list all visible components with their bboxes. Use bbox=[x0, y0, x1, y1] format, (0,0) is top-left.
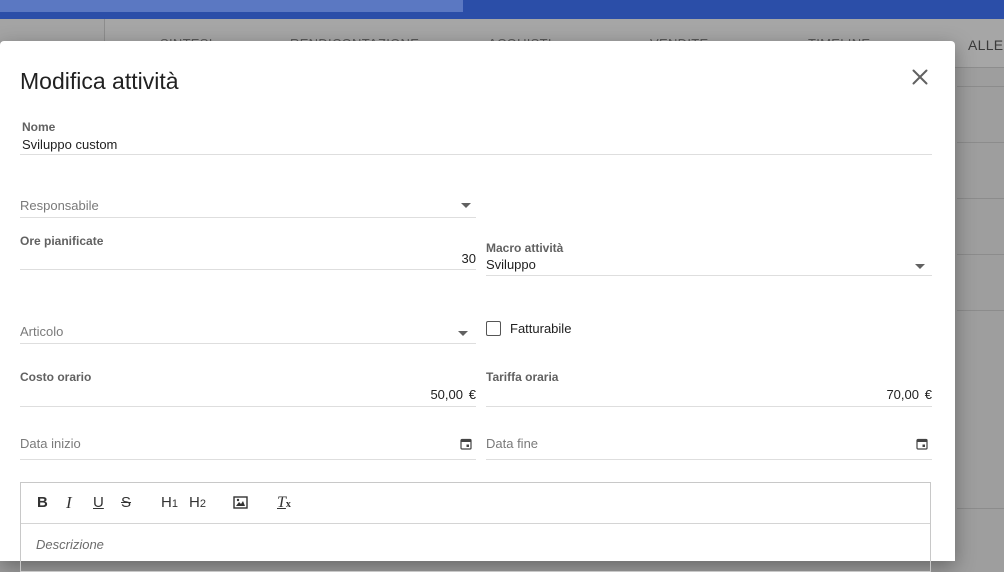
ore-pianificate-field[interactable]: Ore pianificate 30 bbox=[20, 234, 476, 270]
macro-attivita-value[interactable]: Sviluppo bbox=[486, 257, 536, 272]
fatturabile-label[interactable]: Fatturabile bbox=[510, 321, 571, 336]
image-icon[interactable] bbox=[233, 496, 248, 514]
macro-attivita-underline bbox=[486, 275, 932, 276]
ore-pianificate-underline bbox=[20, 269, 476, 270]
costo-orario-unit: € bbox=[468, 387, 476, 402]
app-bar-highlight bbox=[0, 0, 463, 12]
ore-pianificate-value[interactable]: 30 bbox=[462, 251, 476, 266]
articolo-placeholder: Articolo bbox=[20, 324, 64, 339]
description-placeholder[interactable]: Descrizione bbox=[36, 537, 104, 552]
articolo-underline bbox=[20, 343, 476, 344]
chevron-down-icon bbox=[458, 331, 468, 336]
clear-format-label: T bbox=[277, 494, 286, 511]
articolo-select[interactable]: Articolo bbox=[20, 324, 476, 344]
tariffa-oraria-value[interactable]: 70,00 bbox=[886, 387, 919, 402]
nome-value[interactable]: Sviluppo custom bbox=[22, 137, 117, 152]
tariffa-oraria-field[interactable]: Tariffa oraria 70,00 € bbox=[486, 370, 932, 407]
header-2-label: H bbox=[189, 494, 200, 511]
ore-pianificate-label: Ore pianificate bbox=[20, 234, 104, 248]
costo-orario-value[interactable]: 50,00 bbox=[430, 387, 463, 402]
header-1-button[interactable]: H1 bbox=[161, 494, 178, 512]
bg-divider bbox=[957, 198, 1004, 199]
data-inizio-underline bbox=[20, 459, 476, 460]
clear-format-icon[interactable]: Tx bbox=[277, 494, 291, 512]
calendar-icon[interactable] bbox=[460, 438, 472, 450]
dialog-title: Modifica attività bbox=[20, 68, 179, 94]
tab-allegati[interactable]: ALLEG bbox=[968, 37, 1004, 53]
bg-divider bbox=[957, 86, 1004, 87]
tariffa-oraria-label: Tariffa oraria bbox=[486, 370, 559, 384]
fatturabile-checkbox[interactable] bbox=[486, 321, 501, 336]
bg-divider bbox=[957, 142, 1004, 143]
header-1-label: H bbox=[161, 494, 172, 511]
chevron-down-icon bbox=[915, 264, 925, 269]
header-2-sub: 2 bbox=[199, 498, 206, 510]
nome-field[interactable]: Nome Sviluppo custom bbox=[20, 119, 932, 155]
tariffa-oraria-unit: € bbox=[924, 387, 932, 402]
chevron-down-icon bbox=[461, 203, 471, 208]
nome-underline bbox=[20, 154, 932, 155]
tariffa-oraria-underline bbox=[486, 406, 932, 407]
data-fine-field[interactable]: Data fine bbox=[486, 436, 932, 460]
costo-orario-field[interactable]: Costo orario 50,00 € bbox=[20, 370, 476, 407]
description-editor: B I U S H1 H2 Tx Descrizione bbox=[20, 482, 931, 572]
header-1-sub: 1 bbox=[171, 498, 178, 510]
app-bar bbox=[0, 0, 1004, 19]
italic-button[interactable]: I bbox=[66, 494, 72, 512]
bold-button[interactable]: B bbox=[37, 494, 48, 512]
responsabile-select[interactable]: Responsabile bbox=[20, 197, 476, 218]
data-fine-placeholder: Data fine bbox=[486, 436, 539, 451]
underline-button[interactable]: U bbox=[93, 494, 104, 512]
responsabile-placeholder: Responsabile bbox=[20, 198, 99, 213]
macro-attivita-label: Macro attività bbox=[486, 241, 564, 255]
responsabile-underline bbox=[20, 217, 476, 218]
data-inizio-field[interactable]: Data inizio bbox=[20, 436, 476, 460]
close-icon[interactable] bbox=[908, 65, 932, 89]
costo-orario-label: Costo orario bbox=[20, 370, 92, 384]
strikethrough-button[interactable]: S bbox=[121, 494, 131, 512]
macro-attivita-select[interactable]: Macro attività Sviluppo bbox=[486, 240, 932, 276]
clear-format-sub: x bbox=[285, 499, 291, 510]
nome-label: Nome bbox=[22, 120, 56, 134]
editor-toolbar: B I U S H1 H2 Tx bbox=[21, 483, 930, 524]
bg-divider bbox=[957, 254, 1004, 255]
bg-divider bbox=[957, 310, 1004, 311]
costo-orario-underline bbox=[20, 406, 476, 407]
calendar-icon[interactable] bbox=[916, 438, 928, 450]
header-2-button[interactable]: H2 bbox=[189, 494, 206, 512]
data-fine-underline bbox=[486, 459, 932, 460]
bg-divider bbox=[957, 508, 1004, 509]
edit-activity-dialog: Modifica attività Nome Sviluppo custom R… bbox=[0, 41, 955, 572]
data-inizio-placeholder: Data inizio bbox=[20, 436, 81, 451]
